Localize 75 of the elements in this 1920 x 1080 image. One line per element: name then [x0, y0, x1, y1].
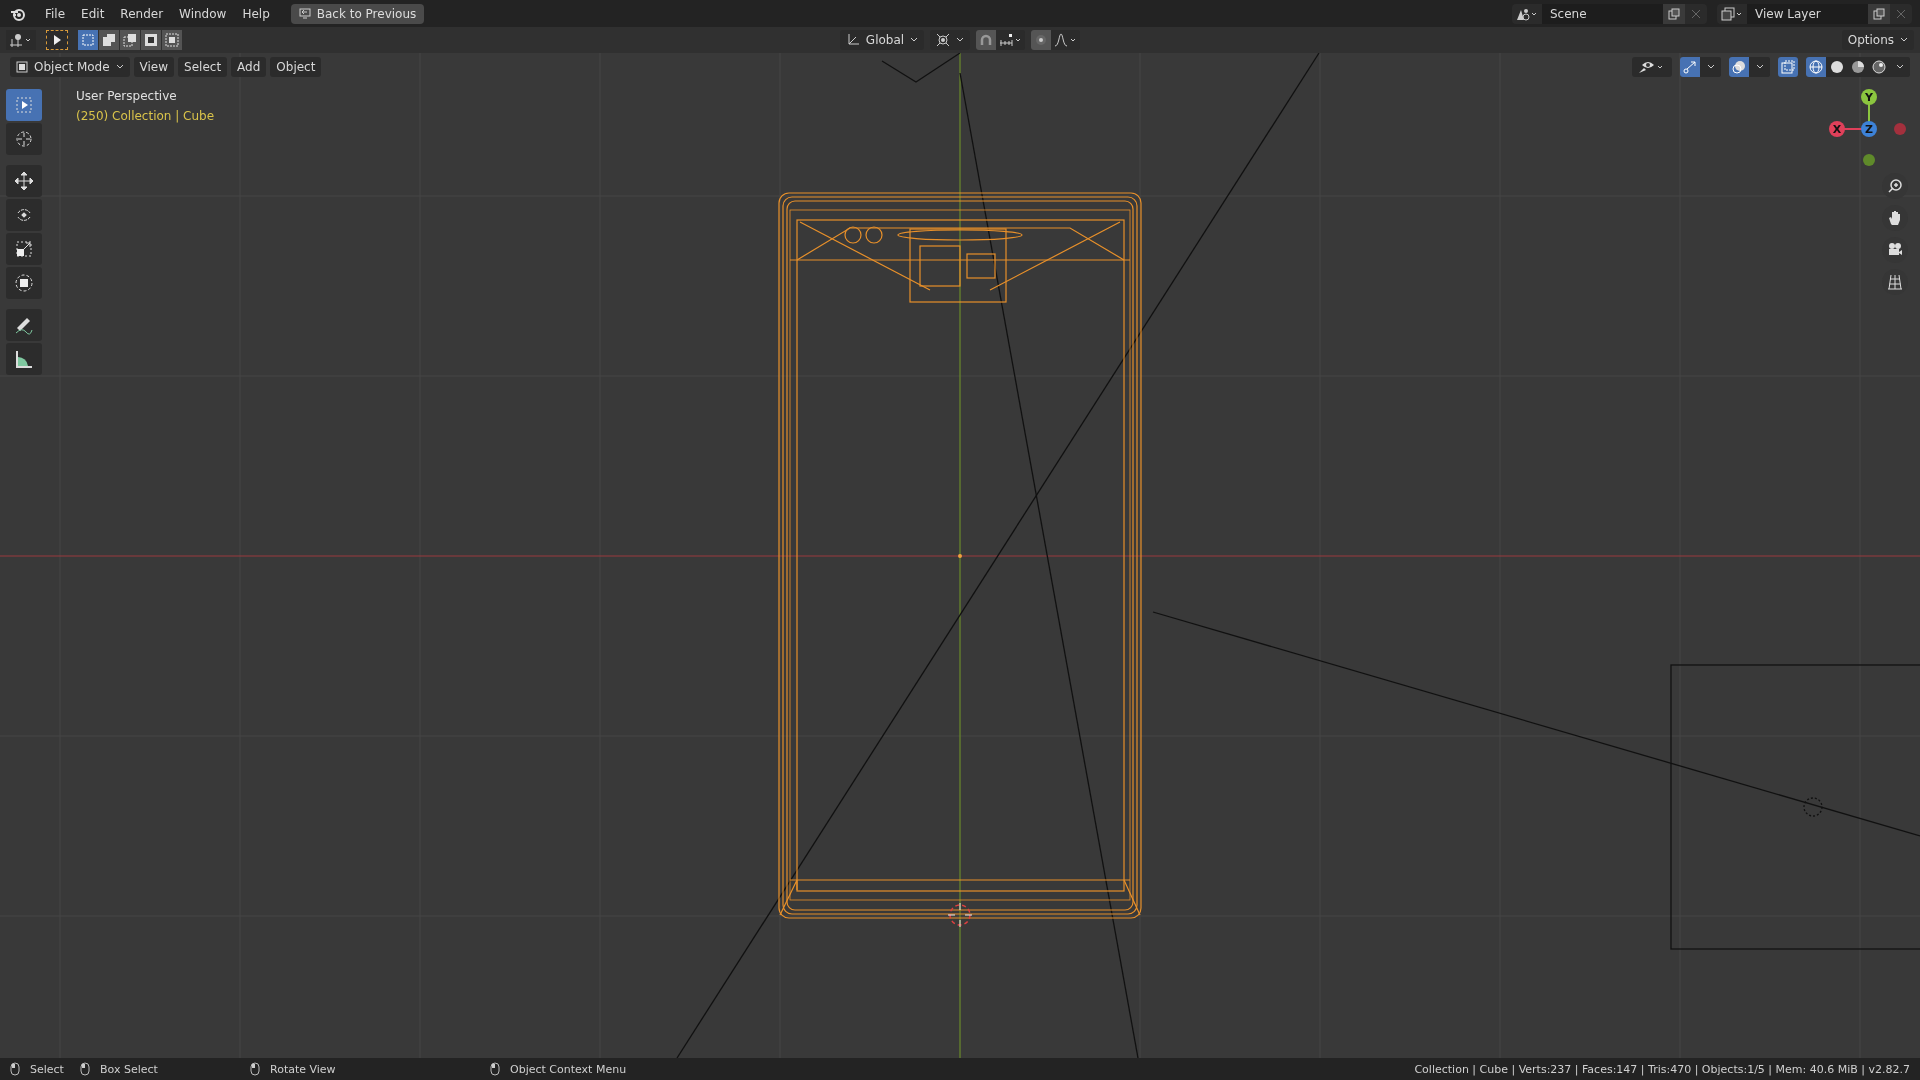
tool-button[interactable]: [6, 199, 42, 231]
shortcut-hint: Box Select: [100, 1062, 158, 1076]
scene-field[interactable]: Scene: [1542, 3, 1663, 24]
shortcut-hint: Object Context Menu: [510, 1062, 627, 1076]
selection-mode-icon: [102, 33, 116, 47]
origin-dot: [958, 554, 962, 558]
tool-button[interactable]: [6, 165, 42, 197]
gizmo-toggle[interactable]: [1680, 57, 1700, 77]
shortcut-hint: Select: [30, 1062, 64, 1076]
scale-tool-icon: [14, 239, 34, 259]
tool-button[interactable]: [6, 233, 42, 265]
proportional-edit-icon[interactable]: [1031, 30, 1052, 50]
overlays-toggle[interactable]: [1729, 57, 1749, 77]
viewport-menu[interactable]: Select: [178, 57, 228, 77]
pivot-icon: [936, 33, 951, 47]
annotate-tool-icon: [14, 315, 34, 335]
menu-item[interactable]: Window: [172, 3, 234, 24]
shading-sphere-icon: [1872, 60, 1886, 74]
pivot-dropdown[interactable]: [930, 30, 971, 50]
chevron-icon: [115, 64, 124, 70]
axes-icon: [845, 33, 860, 47]
viewport-menu[interactable]: Add: [231, 57, 267, 77]
shortcut-hint: Rotate View: [270, 1062, 336, 1076]
selection-mode-icon: [165, 33, 179, 47]
measure-tool-icon: [14, 349, 34, 369]
navigation-gizmo-drawing[interactable]: Y X Z: [1829, 89, 1906, 166]
selection-mode-button[interactable]: [99, 30, 119, 50]
menu-item[interactable]: Render: [113, 3, 171, 24]
magnet-icon[interactable]: [976, 30, 997, 50]
copy-icon[interactable]: [1663, 3, 1685, 24]
selection-mode-icon: [144, 33, 158, 47]
cursor-tool-icon: [14, 129, 34, 149]
object-info-label: (250) Collection | Cube: [76, 109, 215, 123]
shading-mode-button[interactable]: [1806, 57, 1826, 77]
chevron-icon: [956, 37, 965, 43]
transform-tool-icon: [14, 273, 34, 293]
xray-toggle[interactable]: [1778, 57, 1798, 77]
scene-statistics: Collection | Cube | Verts:237 | Faces:147 | Tris:470 | Objects:1/5 | Mem: 40.6 MiB | v2.82.7: [1414, 1062, 1910, 1076]
view-name-label: User Perspective: [76, 89, 178, 103]
mouse-icon: [10, 1062, 20, 1076]
selection-mode-button[interactable]: [162, 30, 182, 50]
menu-item[interactable]: File: [38, 3, 73, 24]
selection-mode-icon: [123, 33, 137, 47]
menu-item[interactable]: Edit: [74, 3, 112, 24]
view-layer-field[interactable]: View Layer: [1747, 3, 1868, 24]
3d-cursor-icon[interactable]: [947, 902, 973, 928]
mouse-icon: [490, 1062, 500, 1076]
tool-button[interactable]: [6, 267, 42, 299]
shading-sphere-icon: [1809, 60, 1823, 74]
back-button[interactable]: Back to Previous: [290, 3, 425, 24]
selection-mode-button[interactable]: [141, 30, 161, 50]
mouse-icon: [250, 1062, 260, 1076]
chevron-icon: [910, 37, 919, 43]
orientation-dropdown[interactable]: Global: [839, 30, 925, 50]
shading-sphere-icon: [1830, 60, 1844, 74]
tool-button[interactable]: [6, 309, 42, 341]
options-dropdown[interactable]: Options: [1841, 30, 1914, 50]
screen-back-icon: [298, 8, 311, 19]
select-tool-icon: [14, 95, 34, 115]
mouse-icon: [80, 1062, 90, 1076]
copy-icon[interactable]: [1868, 3, 1890, 24]
tool-button[interactable]: [6, 343, 42, 375]
move-tool-icon: [14, 171, 34, 191]
select-tool-icon[interactable]: [46, 30, 68, 50]
shading-sphere-icon: [1851, 60, 1865, 74]
editor-type-icon[interactable]: [6, 30, 36, 50]
viewport-menu[interactable]: View: [133, 57, 175, 77]
selection-mode-icon: [81, 33, 95, 47]
mode-dropdown[interactable]: Object Mode: [10, 57, 130, 77]
cube-mode-icon: [16, 61, 28, 73]
selection-mode-button[interactable]: [120, 30, 140, 50]
menu-item[interactable]: Help: [235, 3, 277, 24]
chevron-icon: [1900, 37, 1908, 43]
viewport-menu[interactable]: Object: [270, 57, 322, 77]
visibility-icon[interactable]: [1632, 57, 1672, 77]
